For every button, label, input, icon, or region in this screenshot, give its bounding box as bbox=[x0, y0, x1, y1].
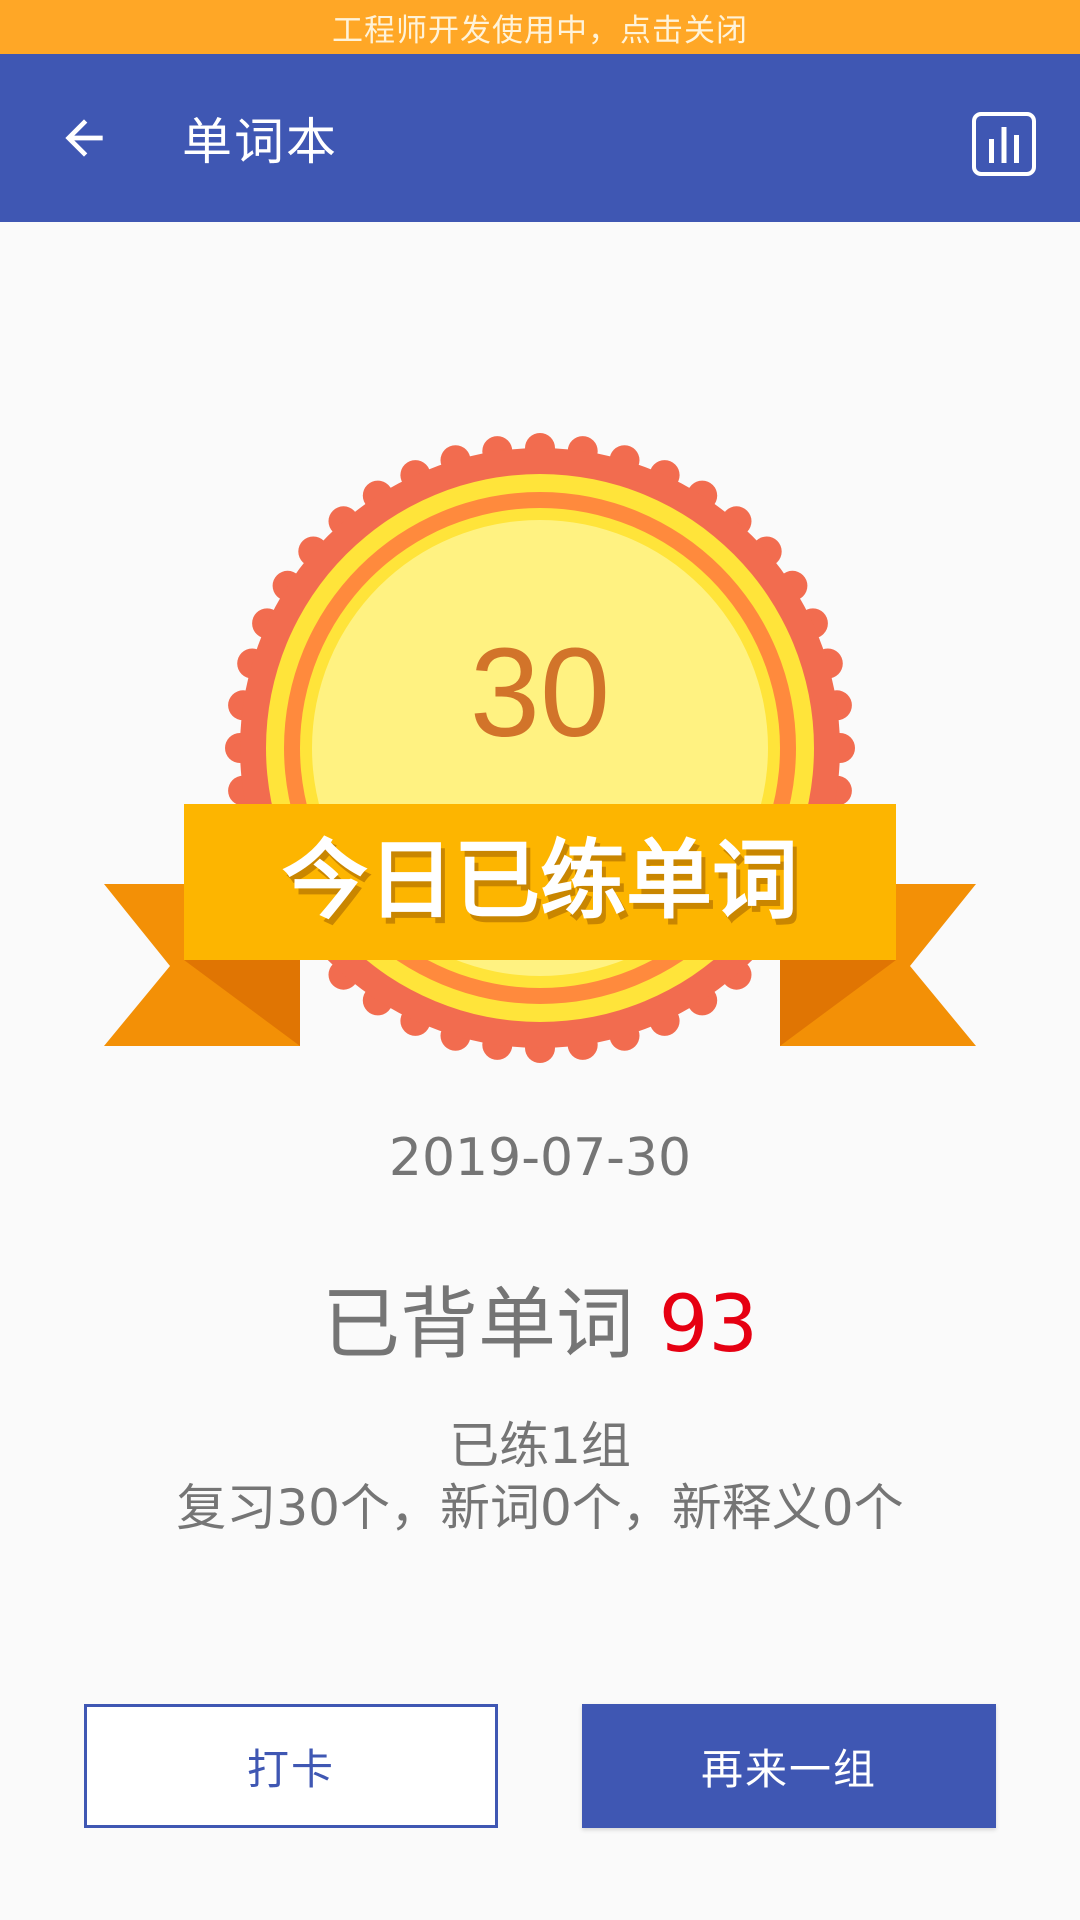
check-in-button[interactable]: 打卡 bbox=[84, 1704, 498, 1828]
dev-banner-text: 工程师开发使用中，点击关闭 bbox=[332, 12, 748, 49]
back-button[interactable] bbox=[40, 94, 128, 182]
ribbon-text: 今日已练单词 bbox=[282, 831, 798, 931]
learned-words: 已背单词 93 bbox=[0, 1262, 1080, 1374]
practice-detail: 复习30个，新词0个，新释义0个 bbox=[176, 1479, 904, 1537]
learned-label: 已背单词 bbox=[321, 1280, 659, 1370]
statistics-button[interactable] bbox=[962, 102, 1046, 186]
app-bar: 单词本 bbox=[0, 54, 1080, 222]
bar-chart-icon bbox=[972, 112, 1036, 176]
dev-mode-banner[interactable]: 工程师开发使用中，点击关闭 bbox=[0, 0, 1080, 54]
achievement-badge: 30 今日已练单词 今日已练单词 bbox=[104, 433, 976, 1063]
arrow-back-icon bbox=[65, 119, 103, 157]
another-group-button[interactable]: 再来一组 bbox=[582, 1704, 996, 1828]
page-title: 单词本 bbox=[182, 113, 338, 171]
date-label: 2019-07-30 bbox=[388, 1128, 692, 1188]
learned-count: 93 bbox=[658, 1280, 759, 1370]
screen: 工程师开发使用中，点击关闭 单词本 30 今日已练单词 今日已练单词 2019-… bbox=[0, 0, 1080, 1920]
badge-count: 30 bbox=[470, 622, 610, 763]
